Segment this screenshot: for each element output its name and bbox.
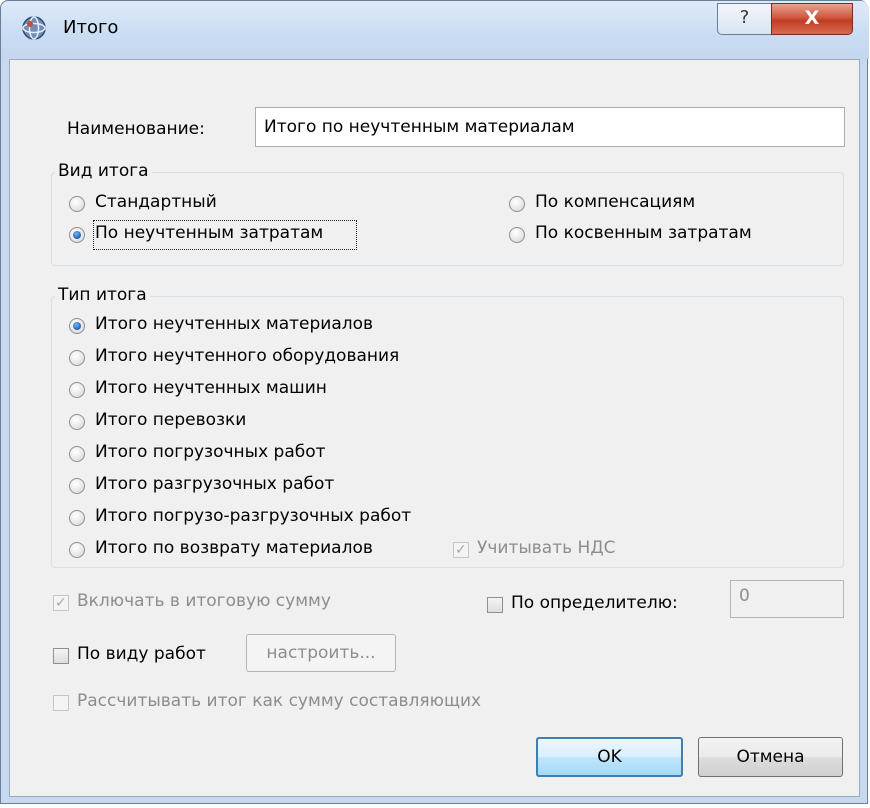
radio-type-unloading[interactable] xyxy=(69,478,85,494)
radio-type-materials[interactable] xyxy=(69,318,85,334)
radio-standard[interactable] xyxy=(69,196,85,212)
close-button[interactable]: X xyxy=(771,3,853,35)
help-button[interactable]: ? xyxy=(717,3,772,35)
checkmark-icon: ✓ xyxy=(455,542,467,558)
radio-type-machines-label[interactable]: Итого неучтенных машин xyxy=(95,378,327,398)
radio-type-transport-label[interactable]: Итого перевозки xyxy=(95,410,246,430)
radio-type-equipment[interactable] xyxy=(69,350,85,366)
total-kind-title: Вид итога xyxy=(55,161,152,181)
window-title: Итого xyxy=(63,17,119,38)
radio-type-loading-unloading-label[interactable]: Итого погрузо-разгрузочных работ xyxy=(95,506,411,526)
vat-checkbox-label: Учитывать НДС xyxy=(477,538,616,558)
name-label: Наименование: xyxy=(67,119,205,139)
include-in-total-checkbox[interactable]: ✓ xyxy=(53,595,69,611)
radio-type-equipment-label[interactable]: Итого неучтенного оборудования xyxy=(95,346,399,366)
radio-type-unloading-label[interactable]: Итого разгрузочных работ xyxy=(95,474,334,494)
cancel-button[interactable]: Отмена xyxy=(698,737,843,777)
radio-indirect-costs[interactable] xyxy=(509,227,525,243)
calc-as-sum-label: Рассчитывать итог как сумму составляющих xyxy=(77,691,482,711)
title-bar[interactable]: Итого ? X xyxy=(1,1,869,59)
radio-compensations[interactable] xyxy=(509,196,525,212)
vat-checkbox[interactable]: ✓ xyxy=(453,542,469,558)
dialog-client-area: Наименование: Итого по неучтенным матери… xyxy=(9,59,860,797)
radio-type-loading[interactable] xyxy=(69,446,85,462)
radio-indirect-costs-label[interactable]: По косвенным затратам xyxy=(535,223,752,243)
total-kind-group xyxy=(51,172,844,266)
radio-standard-label[interactable]: Стандартный xyxy=(95,192,217,212)
radio-type-loading-unloading[interactable] xyxy=(69,510,85,526)
by-determinant-label[interactable]: По определителю: xyxy=(511,593,678,613)
name-input[interactable]: Итого по неучтенным материалам xyxy=(255,107,845,147)
radio-type-loading-label[interactable]: Итого погрузочных работ xyxy=(95,442,326,462)
by-work-type-checkbox[interactable] xyxy=(53,648,69,664)
total-type-title: Тип итога xyxy=(55,285,150,305)
radio-type-materials-label[interactable]: Итого неучтенных материалов xyxy=(95,314,373,334)
radio-type-return-label[interactable]: Итого по возврату материалов xyxy=(95,538,373,558)
dialog-window: Итого ? X Наименование: Итого по неучтен… xyxy=(0,0,869,804)
radio-type-return[interactable] xyxy=(69,542,85,558)
radio-type-transport[interactable] xyxy=(69,414,85,430)
checkmark-icon: ✓ xyxy=(55,595,67,611)
radio-unaccounted-costs[interactable] xyxy=(69,227,85,243)
total-type-group xyxy=(51,296,844,568)
calc-as-sum-checkbox[interactable] xyxy=(53,695,69,711)
radio-type-machines[interactable] xyxy=(69,382,85,398)
by-work-type-label[interactable]: По виду работ xyxy=(77,644,206,664)
include-in-total-label: Включать в итоговую сумму xyxy=(77,591,331,611)
by-determinant-checkbox[interactable] xyxy=(487,597,503,613)
app-dialog-icon xyxy=(22,16,46,40)
ok-button[interactable]: OK xyxy=(536,737,683,777)
radio-compensations-label[interactable]: По компенсациям xyxy=(535,192,695,212)
radio-unaccounted-costs-label[interactable]: По неучтенным затратам xyxy=(95,223,323,243)
determinant-input[interactable]: 0 xyxy=(730,580,844,618)
configure-button[interactable]: настроить... xyxy=(246,634,396,672)
